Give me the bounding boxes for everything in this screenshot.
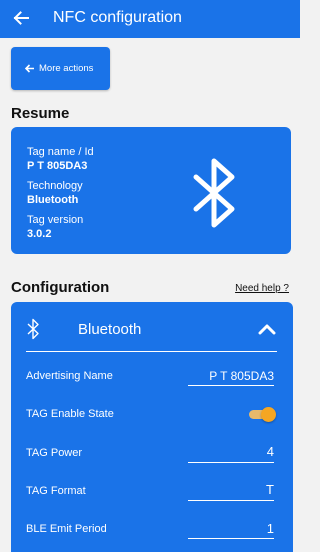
technology-label: Technology (27, 180, 83, 192)
advertising-name-label: Advertising Name (26, 370, 113, 382)
tag-power-underline (188, 462, 274, 463)
tag-enable-toggle[interactable] (249, 407, 276, 422)
bluetooth-icon (27, 318, 39, 340)
panel-divider (26, 351, 277, 352)
chevron-up-icon[interactable] (258, 323, 276, 335)
resume-section-title: Resume (11, 105, 70, 122)
tag-power-label: TAG Power (26, 447, 83, 459)
configuration-section-title: Configuration (11, 279, 110, 296)
advertising-name-field[interactable]: P T 805DA3 (209, 369, 274, 383)
tag-format-underline (188, 500, 274, 501)
resume-card: Tag name / Id P T 805DA3 Technology Blue… (11, 127, 291, 254)
more-actions-button[interactable]: More actions (11, 47, 110, 90)
tag-name-value: P T 805DA3 (27, 160, 88, 172)
tag-version-value: 3.0.2 (27, 228, 52, 240)
tag-name-label: Tag name / Id (27, 146, 94, 158)
ble-emit-period-label: BLE Emit Period (26, 523, 107, 535)
bluetooth-config-panel: Bluetooth Advertising Name P T 805DA3 TA… (11, 302, 293, 552)
ble-emit-period-field[interactable]: 1 (267, 522, 274, 536)
toggle-knob (261, 407, 276, 422)
tag-format-label: TAG Format (26, 485, 86, 497)
need-help-link[interactable]: Need help ? (235, 283, 289, 295)
page-title: NFC configuration (53, 9, 182, 26)
panel-title: Bluetooth (78, 321, 142, 338)
tag-version-label: Tag version (27, 214, 84, 226)
ble-emit-period-underline (188, 538, 274, 539)
arrow-left-icon (24, 64, 34, 73)
app-bar: NFC configuration (0, 0, 300, 38)
more-actions-label: More actions (39, 63, 94, 74)
arrow-left-icon[interactable] (11, 8, 31, 28)
tag-format-field[interactable]: T (266, 483, 274, 497)
advertising-name-underline (188, 385, 274, 386)
bluetooth-icon (193, 158, 235, 228)
technology-value: Bluetooth (27, 194, 79, 206)
tag-enable-state-label: TAG Enable State (26, 408, 114, 420)
tag-power-field[interactable]: 4 (267, 445, 274, 459)
